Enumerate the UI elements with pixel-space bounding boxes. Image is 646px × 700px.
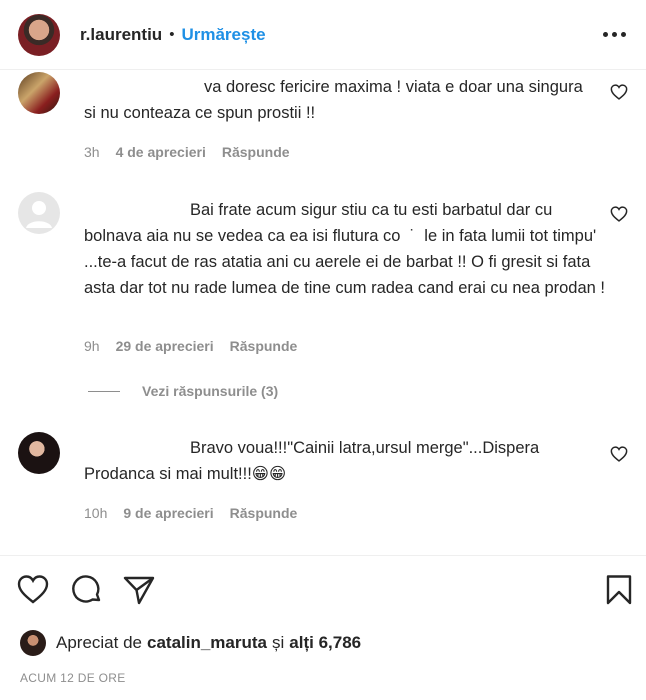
- replies-line: [88, 390, 120, 392]
- section-divider: [0, 555, 646, 556]
- action-bar: [16, 573, 632, 607]
- comment-likes-count[interactable]: 9 de aprecieri: [123, 505, 213, 521]
- reply-button[interactable]: Răspunde: [230, 338, 298, 354]
- post-timestamp: ACUM 12 DE ORE: [20, 671, 126, 685]
- comment-time: 10h: [84, 505, 108, 521]
- reply-button[interactable]: Răspunde: [222, 144, 290, 160]
- post-header: r.laurentiu • Urmărește: [0, 0, 646, 70]
- speech-bubble-icon[interactable]: [70, 573, 104, 607]
- heart-icon[interactable]: [16, 573, 50, 607]
- commenter-avatar[interactable]: [18, 72, 60, 114]
- comment-likes-count[interactable]: 4 de aprecieri: [116, 144, 206, 160]
- bookmark-icon[interactable]: [602, 573, 636, 607]
- comment-like-heart-icon[interactable]: [610, 84, 628, 100]
- commenter-avatar-placeholder[interactable]: [18, 192, 60, 234]
- comment-body: va doresc fericire maxima ! viata e doar…: [84, 78, 583, 122]
- commenter-avatar[interactable]: [18, 432, 60, 474]
- comment-body: Bai frate acum sigur stiu ca tu esti bar…: [84, 201, 605, 297]
- liked-by-user[interactable]: catalin_maruta: [147, 633, 267, 653]
- follow-button[interactable]: Urmărește: [181, 25, 265, 45]
- comment-like-heart-icon[interactable]: [610, 206, 628, 222]
- view-replies-button[interactable]: Vezi răspunsurile (3): [88, 383, 278, 399]
- comment-time: 3h: [84, 144, 100, 160]
- view-replies-label[interactable]: Vezi răspunsurile (3): [142, 383, 278, 399]
- author-username[interactable]: r.laurentiu: [80, 25, 162, 45]
- comment-text: Bai frate acum sigur stiu ca tu esti bar…: [84, 197, 614, 301]
- comment-time: 9h: [84, 338, 100, 354]
- comment-body: Bravo voua!!!"Cainii latra,ursul merge".…: [84, 439, 540, 483]
- comment-meta: 9h 29 de aprecieri Răspunde: [84, 338, 313, 354]
- paper-plane-icon[interactable]: [122, 573, 156, 607]
- liked-by-conjunction: și: [272, 633, 285, 652]
- comment-text: va doresc fericire maxima ! viata e doar…: [84, 74, 584, 126]
- reply-button[interactable]: Răspunde: [230, 505, 298, 521]
- liker-avatar[interactable]: [20, 630, 46, 656]
- comment-likes-count[interactable]: 29 de aprecieri: [116, 338, 214, 354]
- separator-dot: •: [169, 26, 175, 43]
- likes-summary: Apreciat de catalin_maruta și alți 6,786: [20, 630, 366, 656]
- more-options-icon[interactable]: [599, 26, 630, 43]
- comment-text: Bravo voua!!!"Cainii latra,ursul merge".…: [84, 435, 584, 487]
- liked-by-prefix: Apreciat de: [56, 633, 142, 652]
- comment-meta: 10h 9 de aprecieri Răspunde: [84, 505, 313, 521]
- author-avatar[interactable]: [18, 13, 60, 56]
- liked-by-others[interactable]: alți 6,786: [289, 633, 361, 653]
- comment-meta: 3h 4 de aprecieri Răspunde: [84, 144, 306, 160]
- comment-like-heart-icon[interactable]: [610, 446, 628, 462]
